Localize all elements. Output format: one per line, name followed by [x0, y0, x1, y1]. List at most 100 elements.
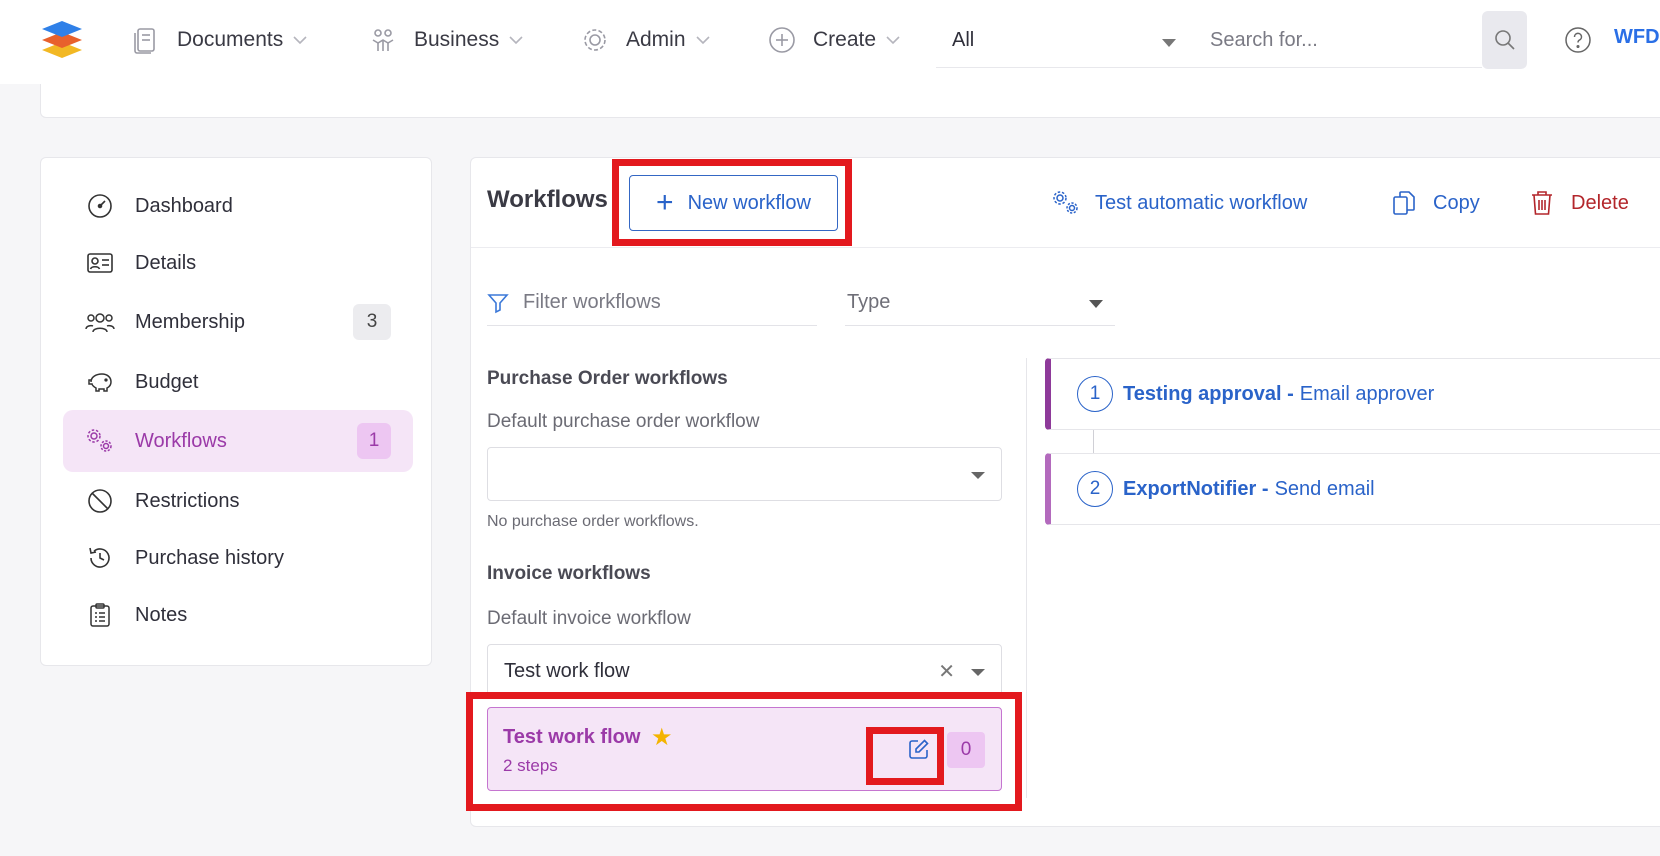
invoice-default-value: Test work flow [504, 659, 630, 682]
search-field [1192, 14, 1482, 68]
search-scope-value: All [952, 29, 975, 51]
sidebar-item-label: Purchase history [135, 546, 284, 569]
po-default-label: Default purchase order workflow [487, 411, 760, 432]
sidebar-item-label: Budget [135, 370, 199, 393]
sidebar-item-budget[interactable]: Budget [63, 351, 413, 413]
help-icon[interactable] [1563, 25, 1593, 55]
app-logo-icon[interactable] [38, 16, 86, 64]
workflow-card-steps: 2 steps [503, 756, 558, 775]
filter-icon [487, 293, 509, 313]
sidebar-item-details[interactable]: Details [63, 232, 413, 294]
nav-admin[interactable]: Admin [580, 20, 710, 60]
trash-icon [1527, 188, 1557, 218]
search-button[interactable] [1482, 11, 1527, 69]
history-icon [85, 543, 115, 573]
sidebar-item-workflows[interactable]: Workflows 1 [63, 410, 413, 472]
invoice-section-title: Invoice workflows [487, 563, 651, 584]
copy-icon [1389, 188, 1419, 218]
workflow-step[interactable]: 1 Testing approval - Email approver [1045, 358, 1660, 430]
business-icon [368, 25, 398, 55]
invoice-default-label: Default invoice workflow [487, 608, 691, 629]
workflows-panel: Workflows + New workflow Test automatic … [466, 157, 1660, 827]
nav-admin-label: Admin [626, 28, 686, 51]
invoice-default-select[interactable]: Test work flow ✕ [487, 644, 1002, 698]
chevron-down-icon [695, 35, 710, 45]
po-default-select[interactable] [487, 447, 1002, 501]
new-workflow-label: New workflow [687, 191, 811, 214]
po-section-title: Purchase Order workflows [487, 368, 728, 389]
search-scope-select[interactable]: All [936, 14, 1192, 68]
dashboard-icon [85, 191, 115, 221]
test-automatic-workflow-label: Test automatic workflow [1095, 191, 1308, 214]
sidebar-item-label: Details [135, 251, 197, 274]
clear-icon[interactable]: ✕ [938, 659, 955, 684]
copy-button[interactable]: Copy [1389, 188, 1480, 218]
caret-down-icon [1089, 300, 1103, 308]
nav-business[interactable]: Business [368, 20, 523, 60]
nav-documents-label: Documents [177, 28, 284, 51]
star-icon: ★ [651, 724, 673, 751]
piggy-bank-icon [85, 367, 115, 397]
step-number: 2 [1077, 471, 1113, 507]
type-select-placeholder: Type [847, 291, 891, 313]
sidebar-item-label: Dashboard [135, 194, 233, 217]
delete-label: Delete [1571, 191, 1629, 214]
user-menu[interactable]: WFD [1614, 26, 1660, 49]
sidebar-item-label: Notes [135, 603, 188, 626]
type-select[interactable]: Type [845, 280, 1115, 326]
edit-workflow-button[interactable] [904, 734, 934, 764]
header-strip [40, 84, 1660, 118]
sidebar-item-label: Membership [135, 310, 246, 333]
sidebar-item-label: Restrictions [135, 489, 240, 512]
workflows-count-badge: 1 [357, 423, 391, 459]
filter-workflows-input[interactable] [523, 291, 803, 314]
membership-count-badge: 3 [353, 304, 391, 340]
step-name: ExportNotifier - [1123, 477, 1269, 500]
workflow-card[interactable]: Test work flow ★ 2 steps 0 [487, 707, 1002, 791]
top-bar: Documents Business Admin Create All WFD [0, 0, 1660, 84]
copy-label: Copy [1433, 191, 1480, 214]
gears-icon [1051, 188, 1081, 218]
users-icon [85, 307, 115, 337]
column-divider [1026, 358, 1027, 798]
sidebar-item-notes[interactable]: Notes [63, 584, 413, 646]
page-title: Workflows [487, 186, 608, 213]
gears-icon [85, 426, 115, 456]
po-empty-text: No purchase order workflows. [487, 513, 699, 530]
caret-down-icon [1162, 39, 1176, 47]
step-number: 1 [1077, 376, 1113, 412]
gear-icon [580, 25, 610, 55]
sidebar-item-purchase-history[interactable]: Purchase history [63, 527, 413, 589]
documents-icon [131, 25, 161, 55]
delete-button[interactable]: Delete [1527, 188, 1629, 218]
edit-icon [909, 739, 929, 759]
clipboard-icon [85, 600, 115, 630]
workflow-step[interactable]: 2 ExportNotifier - Send email [1045, 453, 1660, 525]
nav-documents[interactable]: Documents [131, 20, 307, 60]
plus-icon: + [656, 186, 674, 219]
sidebar-item-dashboard[interactable]: Dashboard [63, 175, 413, 237]
nav-business-label: Business [414, 28, 500, 51]
chevron-down-icon [509, 35, 523, 45]
step-connector [1093, 430, 1094, 453]
test-automatic-workflow-button[interactable]: Test automatic workflow [1051, 188, 1307, 218]
new-workflow-button[interactable]: + New workflow [629, 175, 838, 231]
search-input[interactable] [1192, 20, 1462, 61]
sidebar: Dashboard Details Membership 3 Budget Wo… [40, 157, 432, 666]
sidebar-item-restrictions[interactable]: Restrictions [63, 470, 413, 532]
workflow-card-count: 0 [947, 732, 985, 768]
chevron-down-icon [293, 35, 307, 45]
workflow-card-name: Test work flow [503, 726, 641, 748]
caret-down-icon [971, 669, 985, 676]
chevron-down-icon [886, 35, 900, 45]
ban-icon [85, 486, 115, 516]
caret-down-icon [971, 472, 985, 479]
sidebar-item-membership[interactable]: Membership 3 [63, 291, 413, 353]
panel-header: Workflows + New workflow Test automatic … [471, 158, 1660, 248]
sidebar-item-label: Workflows [135, 429, 227, 452]
plus-circle-icon [767, 25, 797, 55]
step-description: Send email [1274, 477, 1375, 500]
nav-create[interactable]: Create [767, 20, 900, 60]
filter-workflows-field [487, 280, 817, 326]
step-description: Email approver [1299, 382, 1435, 405]
